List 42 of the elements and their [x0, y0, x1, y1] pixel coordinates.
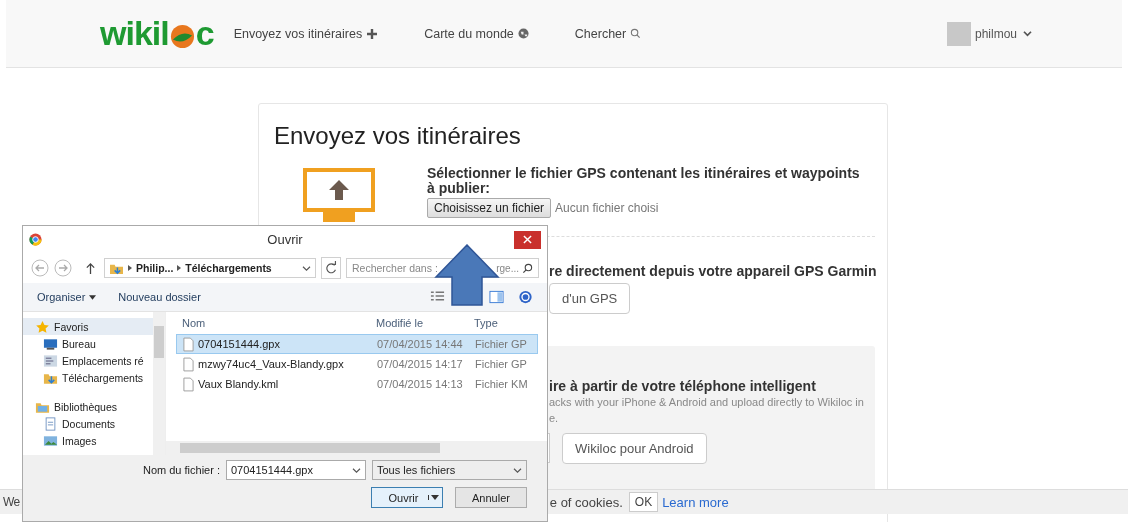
garmin-heading: re directement depuis votre appareil GPS Garmin: [549, 263, 875, 279]
breadcrumb-item[interactable]: Philip...: [136, 262, 174, 274]
filename-label: Nom du fichier :: [142, 464, 220, 476]
nav-item[interactable]: Bureau: [23, 335, 153, 352]
cookie-text: We: [3, 495, 20, 509]
filename-field[interactable]: 0704151444.gpx: [226, 460, 366, 480]
page-title: Envoyez vos itinéraires: [274, 122, 522, 150]
nav-link[interactable]: Chercher: [574, 26, 642, 41]
column-header[interactable]: Type: [474, 317, 530, 329]
phone-description: e.: [549, 411, 560, 426]
column-header[interactable]: Nom: [176, 317, 376, 329]
android-button[interactable]: Wikiloc pour Android: [562, 433, 707, 464]
nav-item[interactable]: Téléchargements: [23, 369, 153, 386]
column-header[interactable]: Modifié le: [376, 317, 474, 329]
nav-item[interactable]: Documents: [23, 415, 153, 432]
learn-more-link[interactable]: Learn more: [662, 494, 729, 510]
nav-item[interactable]: Favoris: [23, 318, 153, 335]
gps-button[interactable]: d'un GPS: [549, 283, 631, 314]
nav-item[interactable]: Emplacements ré: [23, 352, 153, 369]
organize-menu[interactable]: Organiser: [37, 291, 97, 303]
file-label: Sélectionner le fichier GPS contenant les itinéraires et waypoints à publier:: [427, 166, 861, 196]
phone-heading: ire à partir de votre téléphone intelligent: [549, 378, 817, 394]
new-folder-button[interactable]: Nouveau dossier: [118, 291, 201, 303]
file-row[interactable]: 0704151444.gpx 07/04/2015 14:44 Fichier GP: [176, 334, 538, 354]
nav-item[interactable]: Bibliothèques: [23, 398, 153, 415]
nav-link[interactable]: Carte du monde: [424, 26, 529, 41]
ok-button[interactable]: OK: [628, 492, 659, 512]
file-status: Aucun fichier choisi: [555, 201, 659, 215]
nav-link[interactable]: Envoyez vos itinéraires: [233, 26, 379, 41]
cookie-text: e of cookies.: [549, 494, 623, 510]
open-button[interactable]: Ouvrir: [371, 487, 443, 508]
address-bar[interactable]: Philip... Téléchargements: [104, 258, 316, 278]
user-menu[interactable]: philmou: [974, 26, 1032, 41]
breadcrumb-item[interactable]: Téléchargements: [185, 262, 272, 274]
choose-file-button[interactable]: Choisissez un fichier: [427, 198, 552, 218]
cancel-button[interactable]: Annuler: [455, 487, 527, 508]
phone-description: acks with your iPhone & Android and upload directly to Wikiloc in: [549, 395, 865, 410]
nav-item[interactable]: Images: [23, 432, 153, 449]
file-row[interactable]: Vaux Blandy.kml 07/04/2015 14:13 Fichier KM: [176, 374, 538, 394]
file-row[interactable]: mzwy74uc4_Vaux-Blandy.gpx 07/04/2015 14:17 Fichier GP: [176, 354, 538, 374]
dialog-title: Ouvrir: [266, 232, 304, 247]
file-type-select[interactable]: Tous les fichiers: [372, 460, 527, 480]
